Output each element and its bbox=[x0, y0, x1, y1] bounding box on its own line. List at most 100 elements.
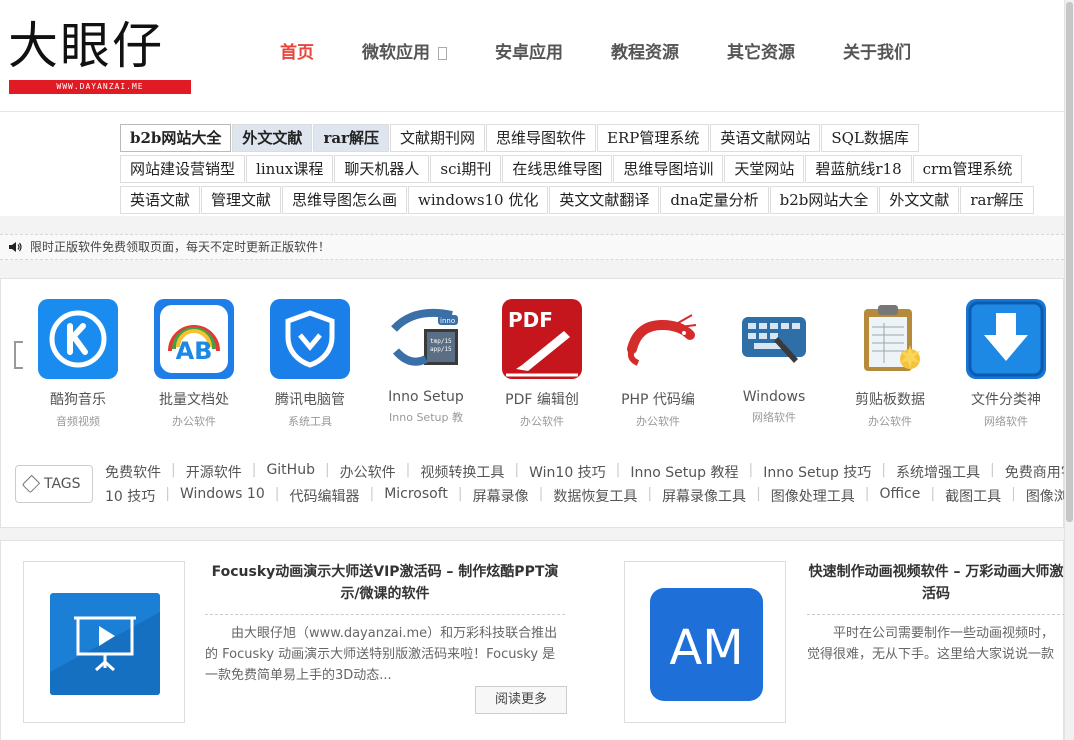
app-card[interactable]: 腾讯电脑管 系统工具 bbox=[256, 299, 364, 429]
tag-separator: | bbox=[514, 462, 520, 478]
keyword-tag[interactable]: 思维导图怎么画 bbox=[282, 186, 408, 214]
keyword-tag[interactable]: ERP管理系统 bbox=[597, 124, 710, 152]
nav-about[interactable]: 关于我们 bbox=[843, 38, 911, 68]
keyword-tag[interactable]: 碧蓝航线r18 bbox=[805, 155, 912, 183]
post-excerpt: 平时在公司需要制作一些动画视频时，觉得很难，无从下手。这里给大家说说一款动画视频… bbox=[807, 626, 1055, 662]
tag-separator: | bbox=[990, 462, 995, 478]
keyword-tag[interactable]: 英语文献网站 bbox=[710, 124, 821, 152]
tag-link[interactable]: 屏幕录像工具 bbox=[662, 486, 746, 510]
keyword-tag[interactable]: 网站建设营销型 bbox=[120, 155, 246, 183]
vertical-scrollbar[interactable] bbox=[1064, 0, 1074, 740]
tag-separator: | bbox=[881, 462, 887, 478]
tag-separator: | bbox=[615, 462, 621, 478]
am-icon: AM bbox=[650, 588, 763, 701]
app-card[interactable]: tmp/15 app/15 inno Inno Setup Inno Setup 教 bbox=[372, 299, 480, 425]
tag-link[interactable]: 免费软件 bbox=[105, 462, 161, 486]
logo-text: 大眼仔 bbox=[8, 17, 164, 75]
tag-link[interactable]: 数据恢复工具 bbox=[553, 486, 637, 510]
keyword-tag[interactable]: sci期刊 bbox=[430, 155, 502, 183]
keyword-tag[interactable]: linux课程 bbox=[246, 155, 334, 183]
keyboard-icon bbox=[734, 299, 814, 379]
tags-label-text: TAGS bbox=[44, 476, 81, 492]
post-thumbnail[interactable]: AM bbox=[624, 561, 786, 723]
app-category: 网络软件 bbox=[984, 415, 1028, 428]
keyword-tag[interactable]: crm管理系统 bbox=[912, 155, 1023, 183]
tag-link[interactable]: 屏幕录像 bbox=[473, 486, 529, 510]
tag-separator: | bbox=[251, 462, 257, 478]
tag-link[interactable]: GitHub bbox=[266, 462, 315, 486]
keyword-tag[interactable]: 英语文献 bbox=[120, 186, 201, 214]
keyword-tag[interactable]: dna定量分析 bbox=[660, 186, 769, 214]
tag-link[interactable]: 图像浏 bbox=[1026, 486, 1068, 510]
keyword-tag[interactable]: b2b网站大全 bbox=[769, 186, 879, 214]
tencent-shield-icon bbox=[270, 299, 350, 379]
read-more-button[interactable]: 阅读更多 bbox=[475, 686, 567, 714]
app-card[interactable]: 酷狗音乐 音频视频 bbox=[24, 299, 132, 429]
tag-link[interactable]: 10 技巧 bbox=[105, 486, 155, 510]
tag-link[interactable]: Inno Setup 技巧 bbox=[763, 462, 871, 486]
keyword-tag[interactable]: 思维导图软件 bbox=[485, 124, 596, 152]
tag-link[interactable]: 图像处理工具 bbox=[771, 486, 855, 510]
tag-link[interactable]: 系统增强工具 bbox=[896, 462, 980, 486]
site-logo[interactable]: 大眼仔 WWW.DAYANZAI.ME bbox=[8, 14, 192, 96]
app-name: PHP 代码编 bbox=[621, 392, 695, 408]
post-thumbnail[interactable] bbox=[23, 561, 185, 723]
tag-link[interactable]: 代码编辑器 bbox=[289, 486, 359, 510]
app-card[interactable]: Windows 网络软件 bbox=[720, 299, 828, 425]
app-card[interactable]: AB 批量文档处 办公软件 bbox=[140, 299, 248, 429]
tag-link[interactable]: 开源软件 bbox=[186, 462, 242, 486]
tag-link[interactable]: Win10 技巧 bbox=[529, 462, 606, 486]
app-card[interactable]: PHP 代码编 办公软件 bbox=[604, 299, 712, 429]
app-category: 办公软件 bbox=[520, 415, 564, 428]
app-card[interactable]: PDF PDF 编辑创 办公软件 bbox=[488, 299, 596, 429]
nav-other-resources[interactable]: 其它资源 bbox=[727, 38, 795, 68]
scrollbar-thumb[interactable] bbox=[1066, 2, 1073, 522]
clipboard-icon bbox=[850, 299, 930, 379]
keyword-tag[interactable]: 英文文献翻译 bbox=[549, 186, 660, 214]
app-name: 剪贴板数据 bbox=[855, 392, 925, 408]
keyword-tag[interactable]: 天堂网站 bbox=[724, 155, 805, 183]
tag-separator: | bbox=[171, 462, 176, 478]
tag-link[interactable]: Office bbox=[880, 486, 921, 510]
logo-url: WWW.DAYANZAI.ME bbox=[9, 80, 191, 94]
post-title[interactable]: 快速制作动画视频软件 – 万彩动画大师激活码 bbox=[805, 561, 1067, 605]
post-divider bbox=[205, 614, 565, 615]
tag-separator: | bbox=[756, 486, 761, 502]
nav-tutorials[interactable]: 教程资源 bbox=[611, 38, 679, 68]
tag-link[interactable]: 截图工具 bbox=[945, 486, 1001, 510]
app-panel: 酷狗音乐 音频视频 AB 批量文档处 办公软件 腾讯电脑管 系统工具 tmp/1… bbox=[0, 278, 1074, 528]
tag-link[interactable]: 视频转换工具 bbox=[420, 462, 504, 486]
tag-separator: | bbox=[369, 486, 375, 502]
keyword-tag[interactable]: SQL数据库 bbox=[821, 124, 919, 152]
kugou-icon bbox=[38, 299, 118, 379]
keyword-tag[interactable]: 管理文献 bbox=[201, 186, 282, 214]
am-icon-text: AM bbox=[669, 620, 743, 676]
svg-text:AB: AB bbox=[176, 337, 213, 365]
keyword-tag[interactable]: 在线思维导图 bbox=[502, 155, 613, 183]
tag-link[interactable]: Windows 10 bbox=[180, 486, 265, 510]
keyword-tag[interactable]: windows10 优化 bbox=[408, 186, 549, 214]
post-title[interactable]: Focusky动画演示大师送VIP激活码 – 制作炫酷PPT演示/微课的软件 bbox=[203, 561, 567, 605]
keyword-tag[interactable]: 文献期刊网 bbox=[389, 124, 485, 152]
tag-link[interactable]: Microsoft bbox=[384, 486, 448, 510]
keyword-row-1: b2b网站大全 外文文献 rar解压 文献期刊网 思维导图软件 ERP管理系统 … bbox=[120, 124, 920, 152]
carousel-prev-button[interactable] bbox=[14, 341, 23, 369]
nav-home[interactable]: 首页 bbox=[280, 38, 314, 68]
keyword-row-3: 英语文献 管理文献 思维导图怎么画 windows10 优化 英文文献翻译 dn… bbox=[120, 186, 1035, 214]
notice-text[interactable]: 限时正版软件免费领取页面，每天不定时更新正版软件！ bbox=[30, 240, 330, 254]
nav-android-apps[interactable]: 安卓应用 bbox=[495, 38, 563, 68]
tag-link[interactable]: Inno Setup 教程 bbox=[630, 462, 738, 486]
keyword-tag[interactable]: 外文文献 bbox=[879, 186, 960, 214]
keyword-tag[interactable]: 外文文献 bbox=[232, 124, 313, 152]
keyword-tag[interactable]: rar解压 bbox=[960, 186, 1034, 214]
focusky-presentation-icon bbox=[50, 593, 160, 695]
app-card[interactable]: 剪贴板数据 办公软件 bbox=[836, 299, 944, 429]
keyword-tag[interactable]: 思维导图培训 bbox=[613, 155, 724, 183]
tag-link[interactable]: 办公软件 bbox=[340, 462, 396, 486]
keyword-tag[interactable]: rar解压 bbox=[313, 124, 389, 152]
app-card[interactable]: 文件分类神 网络软件 bbox=[952, 299, 1060, 429]
keyword-tag[interactable]: 聊天机器人 bbox=[334, 155, 430, 183]
nav-microsoft-apps[interactable]: 微软应用 bbox=[362, 38, 447, 68]
keyword-tag[interactable]: b2b网站大全 bbox=[120, 124, 232, 152]
post-list: Focusky动画演示大师送VIP激活码 – 制作炫酷PPT演示/微课的软件 由… bbox=[0, 540, 1067, 740]
